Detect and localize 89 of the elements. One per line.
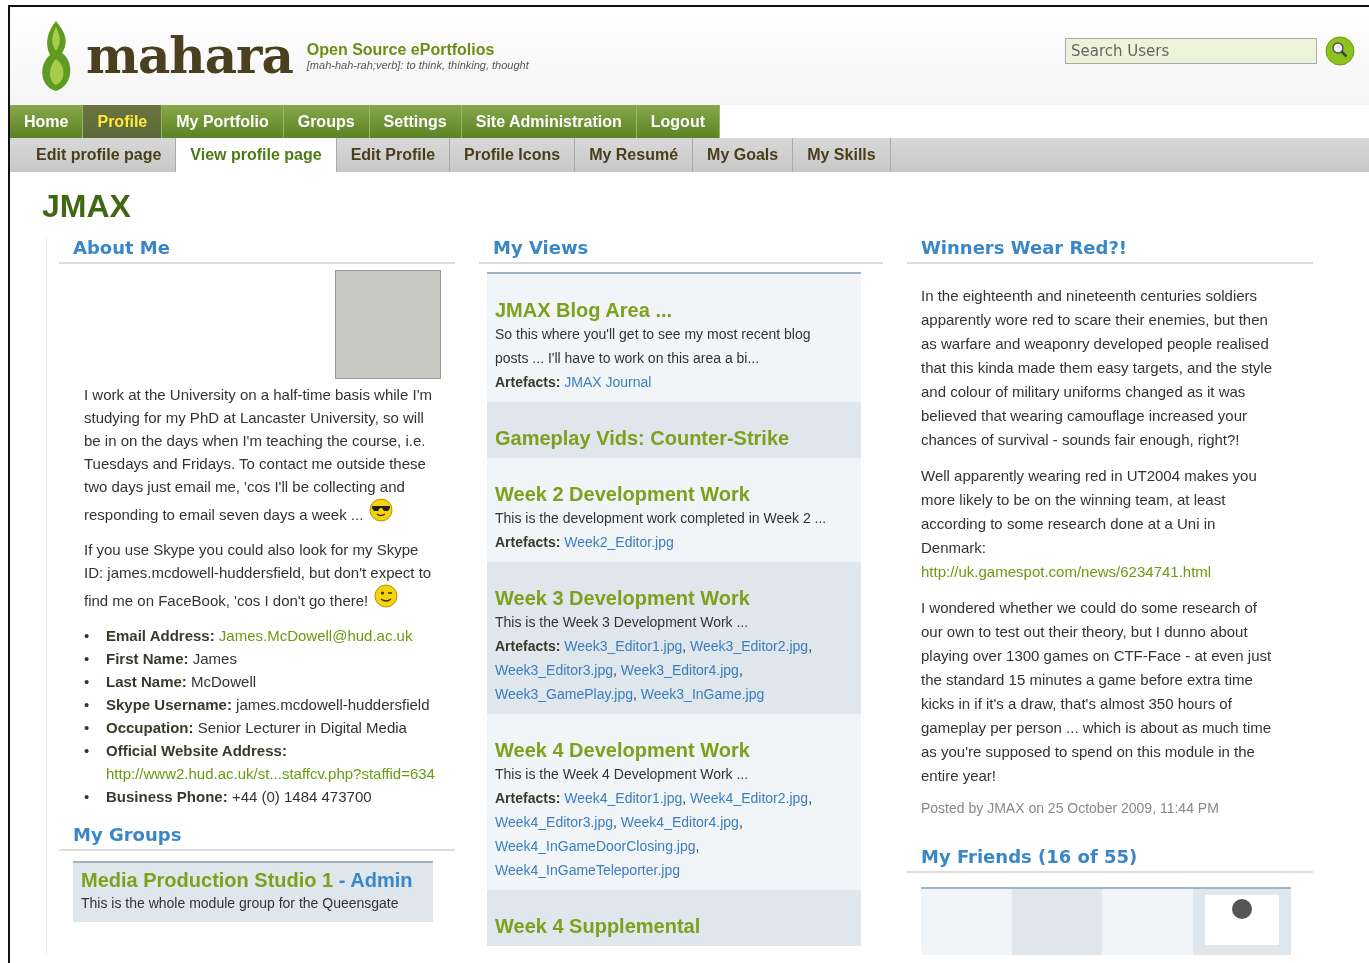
view-title[interactable]: Week 4 Supplemental [495,914,853,938]
bullet: • [84,672,91,692]
profile-field: Occupation: Senior Lecturer in Digital Media [106,719,407,736]
blog-paragraph: In the eighteenth and nineteenth centuries soldiers apparently wore red to scare their enemies, but then as warfare and weaponry developed people realised that this kinda made them easy targets, and the style and colour of military uniforms changed as it was believed that wearing camouflage increased your chances of survival - sounds fair enough, right?! [921,286,1274,450]
main-nav-tab[interactable]: Logout [636,105,720,138]
profile-field: Business Phone: +44 (0) 1484 473700 [106,788,372,805]
profile-field: First Name: James [106,650,237,667]
logo-tagline: Open Source ePortfolios [306,41,496,59]
comma: , [738,814,743,830]
view-description: This is the Week 4 Development Work ... [495,765,750,784]
page-title: JMAX [42,188,132,225]
friend-tile[interactable] [1102,889,1193,955]
artefact-link[interactable]: Week4_InGameTeleporter.jpg [495,862,680,878]
friend-tile[interactable] [921,889,1012,955]
search-field[interactable]: Search Users [1065,38,1317,64]
view-description: This is the Week 3 Development Work ... [495,613,750,632]
group-title[interactable]: Media Production Studio 1 - Admin [81,869,425,892]
main-nav-tab[interactable]: Settings [369,105,462,138]
sub-nav-tab[interactable]: My Skills [793,138,891,172]
sub-nav-tab[interactable]: My Resumé [575,138,694,172]
comma: , [808,638,812,654]
section-heading: About Me [59,237,455,264]
artefact-link[interactable]: Week4_InGameDoorClosing.jpg [495,838,696,854]
comma: , [695,838,700,854]
artefacts-label: Artefacts: [495,374,561,390]
comma: , [682,790,687,806]
sub-nav-tab[interactable]: My Goals [693,138,794,172]
bullet: • [84,649,91,669]
view-description: This is the development work completed in Week 2 ... [495,509,828,528]
artefact-link[interactable]: Week3_Editor2.jpg [690,638,809,654]
about-paragraph: If you use Skype you could also look for my Skype ID: james.mcdowell-huddersfield, but don't expect to find me on FaceBook, 'cos I don't go there! [84,540,433,611]
view-title[interactable]: Week 4 Development Work [495,738,853,762]
sub-nav-tab[interactable]: View profile page [176,138,337,172]
section-heading: My Views [479,237,883,264]
logo-wordmark: mahara [86,31,293,81]
view-title[interactable]: Week 2 Development Work [495,482,853,506]
comma: , [613,814,617,830]
blog-paragraph: I wondered whether we could do some research of our own to test out their theory, but I dunno about playing over 1300 games on CTF-Face - at even just the standard 15 minutes a game before extra time kicks in if it's a draw, that's almost 350 hours of gameplay per person ... which is about as much time as you're supposed to spend on this module in the entire year! [921,598,1273,786]
sub-nav-tab[interactable]: Edit Profile [336,138,451,172]
section-heading: My Friends (16 of 55) [907,846,1313,873]
main-nav-tab[interactable]: Groups [283,105,370,138]
view-title[interactable]: Gameplay Vids: Counter-Strike [495,426,853,450]
comma: , [613,662,617,678]
profile-field: Last Name: McDowell [106,673,257,690]
view-title[interactable]: Week 3 Development Work [495,586,853,610]
post-meta: Posted by JMAX on 25 October 2009, 11:44 PM [921,800,1220,816]
artefact-link[interactable]: Week3_Editor3.jpg [495,662,614,678]
profile-field: Email Address: [106,627,219,644]
friend-tile[interactable] [1011,889,1103,955]
view-title[interactable]: JMAX Blog Area ... [495,298,853,322]
search-icon[interactable] [1325,36,1355,66]
artefacts-label: Artefacts: [495,638,561,654]
comma: , [633,686,637,702]
main-nav-tab[interactable]: Home [10,105,84,138]
artefact-link[interactable]: Week4_Editor4.jpg [620,814,739,830]
email-link[interactable]: James.McDowell@hud.ac.uk [218,627,413,644]
artefacts-label: Artefacts: [495,534,561,550]
comma: , [738,662,743,678]
bullet: • [84,695,91,715]
bullet: • [84,787,91,807]
bullet: • [84,718,91,738]
artefact-link[interactable]: Week3_GamePlay.jpg [495,686,633,702]
friend-tile[interactable] [1193,889,1291,955]
view-description: So this where you'll get to see my most recent blog posts ... I'll have to work on this area a bi... [495,325,812,368]
group-description: This is the whole module group for the Queensgate [81,894,400,913]
about-paragraph: I work at the University on a half-time basis while I'm studying for my PhD at Lancaster University, so will be in on the days when I'm teaching the course, i.e. Tuesdays and Fridays. To contact me outside these two days just email me, 'cos I'll be collecting and responding to email seven days a week ... [84,385,433,525]
artefact-link[interactable]: Week4_Editor3.jpg [495,814,614,830]
artefact-link[interactable]: Week2_Editor.jpg [564,534,674,550]
main-nav-tab[interactable]: Profile [83,105,163,138]
comma: , [808,790,812,806]
artefact-link[interactable]: Week3_Editor4.jpg [620,662,739,678]
profile-field: Skype Username: james.mcdowell-huddersfield [106,696,430,713]
bullet: • [84,741,91,761]
article-link[interactable]: http://uk.gamespot.com/news/6234741.html [921,563,1212,580]
artefact-link[interactable]: Week4_Editor2.jpg [690,790,809,806]
website-link[interactable]: http://www2.hud.ac.uk/st...staffcv.php?staffid=634 [106,765,435,782]
blog-paragraph: Well apparently wearing red in UT2004 makes you more likely to be on the winning team, at least according to some research done at a Uni in Denmark: http://uk.gamespot.com/news/6234741.html [921,466,1258,582]
profile-field: Official Website Address: [106,742,287,759]
bullet: • [84,626,91,646]
artefact-link[interactable]: JMAX Journal [564,374,652,390]
main-nav-tab[interactable]: Site Administration [461,105,637,138]
section-heading: Winners Wear Red?! [907,237,1313,264]
comma: , [682,638,687,654]
artefact-link[interactable]: Week3_InGame.jpg [640,686,765,702]
section-heading: My Groups [59,824,455,851]
logo-definition: [mah-hah-rah;verb]: to think, thinking, thought [306,59,529,71]
sub-nav-tab[interactable]: Profile Icons [450,138,576,172]
main-nav-tab[interactable]: My Portfolio [162,105,284,138]
artefacts-label: Artefacts: [495,790,561,806]
